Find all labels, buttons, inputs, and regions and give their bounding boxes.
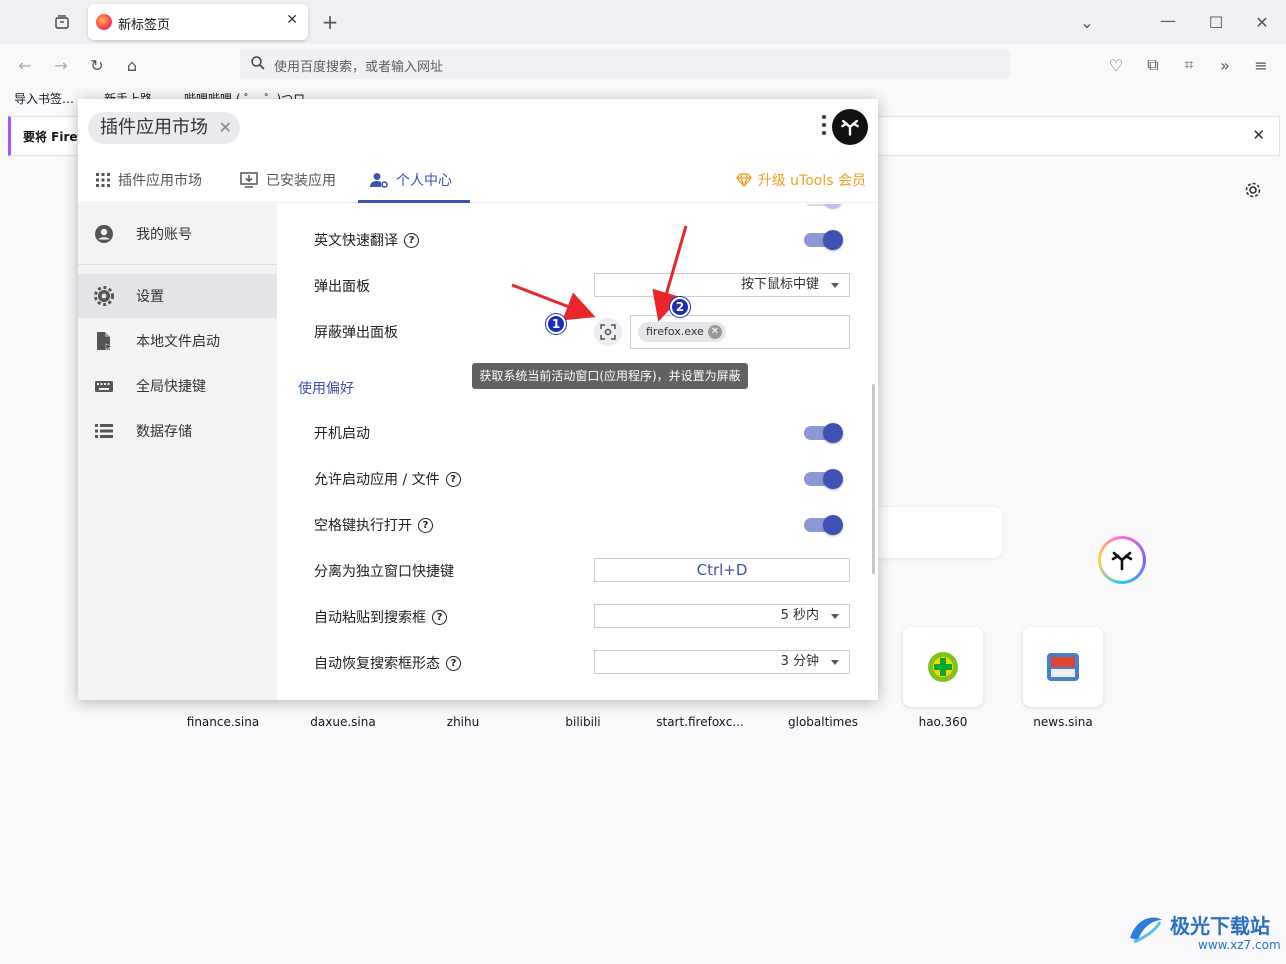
annotation-arrows bbox=[511, 225, 688, 322]
arrow-1 bbox=[511, 283, 596, 321]
annotation-badge-1: 1 bbox=[546, 314, 566, 334]
watermark-name: 极光下载站 bbox=[1170, 914, 1270, 938]
watermark-url: www.xz7.com bbox=[1198, 938, 1281, 952]
annotation-badge-2: 2 bbox=[670, 297, 690, 317]
watermark-logo-icon bbox=[1130, 917, 1162, 944]
